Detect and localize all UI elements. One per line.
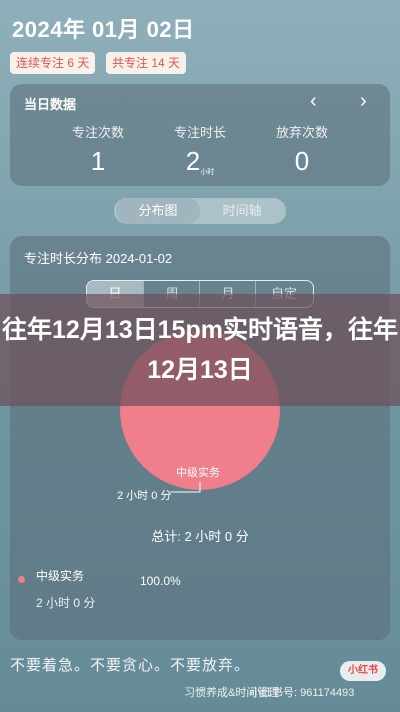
- page-date: 2024年 01月 02日: [12, 17, 195, 42]
- tab-distribution[interactable]: 分布图: [116, 198, 200, 224]
- prev-day-button[interactable]: ‹: [310, 90, 317, 113]
- streak-badge: 连续专注 6 天: [10, 52, 96, 74]
- stat-label-giveup: 放弃次数: [275, 125, 328, 140]
- overlay-title: 往年12月13日15pm实时语音，往年12月13日: [2, 316, 398, 384]
- pie-leader-line: [170, 482, 201, 493]
- distribution-title: 专注时长分布 2024-01-02: [24, 251, 173, 266]
- duration-unit: 小时: [200, 169, 215, 176]
- tab-timeline[interactable]: 时间轴: [200, 198, 284, 224]
- stat-value-duration: 2小时: [185, 146, 215, 176]
- total-duration: 总计: 2 小时 0 分: [151, 529, 249, 544]
- motto-quote: 不要着急。不要贪心。不要放弃。: [10, 656, 251, 674]
- footer-id: 小红书号: 961174493: [250, 687, 355, 699]
- stat-value-giveup: 0: [294, 146, 310, 176]
- legend-name: 中级实务: [36, 569, 85, 583]
- day-data-card: 当日数据 ‹ › 专注次数 专注时长 放弃次数 1 2小时 0: [10, 84, 390, 186]
- legend-duration: 2 小时 0 分: [36, 596, 96, 610]
- overlay-banner: 往年12月13日15pm实时语音，往年12月13日: [0, 294, 400, 406]
- legend-color-dot: [18, 576, 25, 583]
- stat-label-count: 专注次数: [71, 125, 124, 140]
- legend-percent: 100.0%: [140, 574, 181, 588]
- day-data-title: 当日数据: [24, 97, 77, 112]
- pie-slice-duration: 2 小时 0 分: [117, 490, 172, 502]
- stat-value-count: 1: [90, 146, 106, 176]
- stat-label-duration: 专注时长: [173, 125, 226, 140]
- view-toggle: 分布图 时间轴: [114, 198, 286, 224]
- total-days-badge: 共专注 14 天: [106, 52, 187, 74]
- brand-logo: 小红书: [340, 661, 386, 681]
- next-day-button[interactable]: ›: [360, 90, 367, 113]
